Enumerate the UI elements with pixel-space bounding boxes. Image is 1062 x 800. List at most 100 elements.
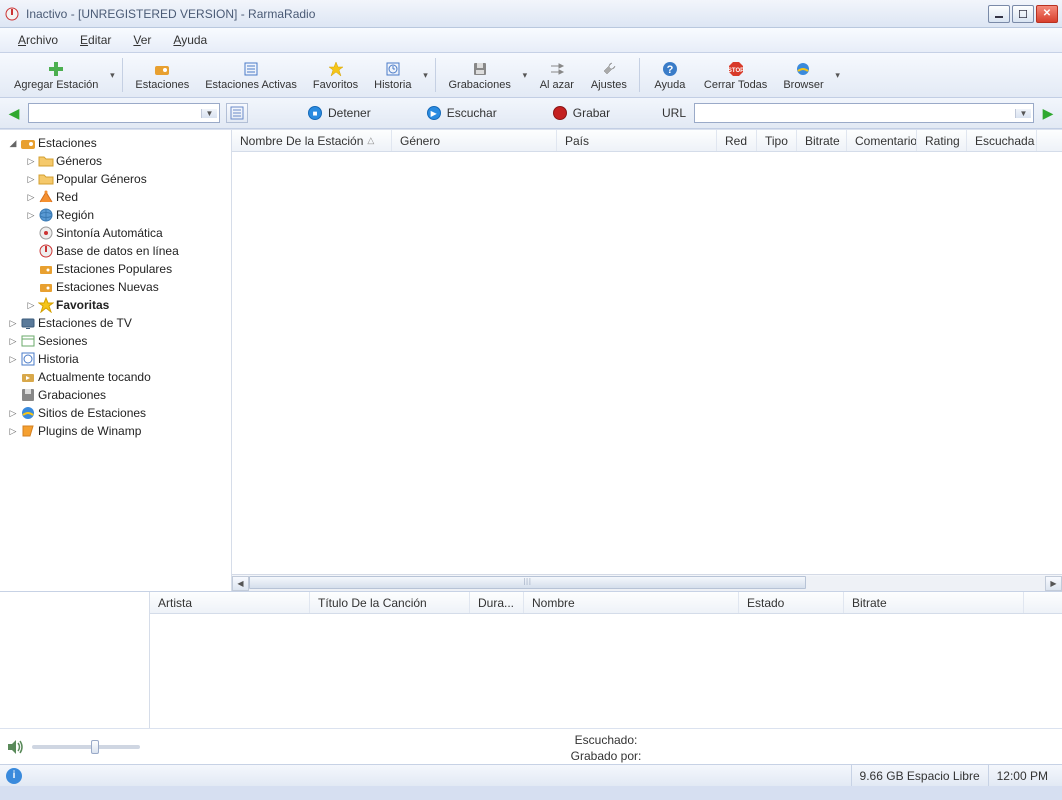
help-button[interactable]: ? Ayuda — [644, 54, 696, 96]
column-header[interactable]: Comentario — [847, 130, 917, 151]
bottom-left-pane — [0, 592, 150, 728]
stop-button[interactable]: ■Detener — [300, 102, 379, 124]
browser-button[interactable]: Browser — [775, 54, 831, 96]
volume-knob[interactable] — [91, 740, 99, 754]
speaker-icon[interactable] — [6, 738, 26, 756]
menu-ayuda[interactable]: Ayuda — [169, 31, 211, 49]
free-space-label: 9.66 GB Espacio Libre — [851, 765, 988, 786]
window-title: Inactivo - [UNREGISTERED VERSION] - Rarm… — [26, 7, 988, 21]
new-icon — [38, 279, 54, 295]
add-station-dropdown[interactable]: ▾ — [106, 70, 118, 81]
menu-ver[interactable]: Ver — [129, 31, 155, 49]
column-header[interactable]: Red — [717, 130, 757, 151]
url-label: URL — [662, 106, 686, 120]
menu-editar[interactable]: Editar — [76, 31, 115, 49]
column-header[interactable]: Título De la Canción — [310, 592, 470, 613]
column-header[interactable]: Rating — [917, 130, 967, 151]
column-header[interactable]: Escuchada — [967, 130, 1037, 151]
tree-node[interactable]: ▷Sitios de Estaciones — [0, 404, 231, 422]
tree-node[interactable]: ▷Estaciones de TV — [0, 314, 231, 332]
column-header[interactable]: Nombre — [524, 592, 739, 613]
info-icon: i — [6, 768, 22, 784]
url-combo-dropdown[interactable]: ▼ — [1015, 109, 1031, 118]
tree-pane: ◢Estaciones▷Géneros▷Popular Géneros▷Red▷… — [0, 130, 232, 591]
disk-icon — [471, 60, 489, 78]
column-header[interactable]: Bitrate — [844, 592, 1024, 613]
tree-node[interactable]: ▷Géneros — [0, 152, 231, 170]
station-combo-dropdown[interactable]: ▼ — [201, 109, 217, 118]
station-combo-input[interactable] — [29, 104, 201, 122]
record-button[interactable]: Grabar — [545, 102, 618, 124]
tree-node[interactable]: ▷Red — [0, 188, 231, 206]
history-dropdown[interactable]: ▾ — [419, 70, 431, 81]
active-stations-button[interactable]: Estaciones Activas — [197, 54, 305, 96]
listen-button[interactable]: ▶Escuchar — [419, 102, 505, 124]
random-button[interactable]: Al azar — [531, 54, 583, 96]
track-column-header: ArtistaTítulo De la CanciónDura...Nombre… — [150, 592, 1062, 614]
tree-node[interactable]: Estaciones Populares — [0, 260, 231, 278]
scroll-track[interactable] — [249, 576, 1045, 591]
favorites-button[interactable]: Favoritos — [305, 54, 366, 96]
station-combo[interactable]: ▼ — [28, 103, 220, 123]
nav-next-button[interactable]: ▶ — [1040, 105, 1056, 121]
close-all-button[interactable]: STOP Cerrar Todas — [696, 54, 775, 96]
browser-dropdown[interactable]: ▾ — [832, 70, 844, 81]
url-combo[interactable]: ▼ — [694, 103, 1034, 123]
close-button[interactable]: ✕ — [1036, 5, 1058, 23]
maximize-button[interactable] — [1012, 5, 1034, 23]
minimize-button[interactable] — [988, 5, 1010, 23]
scroll-left-button[interactable]: ◀ — [232, 576, 249, 591]
grabado-label: Grabado por: — [150, 748, 1062, 764]
column-header[interactable]: Estado — [739, 592, 844, 613]
properties-button[interactable] — [226, 103, 248, 123]
tree-node[interactable]: Grabaciones — [0, 386, 231, 404]
menubar: Archivo Editar Ver Ayuda — [0, 28, 1062, 53]
main-toolbar: Agregar Estación ▾ Estaciones Estaciones… — [0, 53, 1062, 98]
add-station-button[interactable]: Agregar Estación — [6, 54, 106, 96]
stations-button[interactable]: Estaciones — [127, 54, 197, 96]
column-header[interactable]: Dura... — [470, 592, 524, 613]
scroll-thumb[interactable] — [249, 576, 806, 589]
column-header[interactable]: Artista — [150, 592, 310, 613]
recordings-button[interactable]: Grabaciones — [440, 54, 518, 96]
tree-node[interactable]: ▷Favoritas — [0, 296, 231, 314]
wrench-icon — [600, 60, 618, 78]
globe-icon — [38, 207, 54, 223]
column-header[interactable]: Bitrate — [797, 130, 847, 151]
history-button[interactable]: Historia — [366, 54, 419, 96]
tree-node[interactable]: Estaciones Nuevas — [0, 278, 231, 296]
tree-node[interactable]: Sintonía Automática — [0, 224, 231, 242]
clock-label: 12:00 PM — [988, 765, 1056, 786]
escuchado-label: Escuchado: — [150, 732, 1062, 748]
network-icon — [38, 189, 54, 205]
list-icon — [242, 60, 260, 78]
tree-node[interactable]: Base de datos en línea — [0, 242, 231, 260]
track-list-body — [150, 614, 1062, 728]
menu-archivo[interactable]: Archivo — [14, 31, 62, 49]
bottom-right-pane: ArtistaTítulo De la CanciónDura...Nombre… — [150, 592, 1062, 728]
url-input[interactable] — [695, 104, 1015, 122]
station-list-hscroll[interactable]: ◀ ▶ — [232, 574, 1062, 591]
volume-slider[interactable] — [32, 745, 140, 749]
column-header[interactable]: Nombre De la Estación△ — [232, 130, 392, 151]
tune-icon — [38, 225, 54, 241]
tree-node[interactable]: ▷Historia — [0, 350, 231, 368]
column-header[interactable]: Género — [392, 130, 557, 151]
scroll-right-button[interactable]: ▶ — [1045, 576, 1062, 591]
settings-button[interactable]: Ajustes — [583, 54, 635, 96]
station-list-pane: Nombre De la Estación△GéneroPaísRedTipoB… — [232, 130, 1062, 591]
column-header[interactable]: Tipo — [757, 130, 797, 151]
tree-node[interactable]: Actualmente tocando — [0, 368, 231, 386]
column-header[interactable]: País — [557, 130, 717, 151]
disk-icon — [20, 387, 36, 403]
tree-node-estaciones[interactable]: ◢Estaciones — [0, 134, 231, 152]
tree-node[interactable]: ▷Sesiones — [0, 332, 231, 350]
recordings-dropdown[interactable]: ▾ — [519, 70, 531, 81]
tree-node[interactable]: ▷Popular Géneros — [0, 170, 231, 188]
main-area: ◢Estaciones▷Géneros▷Popular Géneros▷Red▷… — [0, 129, 1062, 591]
tree-node[interactable]: ▷Región — [0, 206, 231, 224]
tv-icon — [20, 315, 36, 331]
shuffle-icon — [548, 60, 566, 78]
tree-node[interactable]: ▷Plugins de Winamp — [0, 422, 231, 440]
nav-prev-button[interactable]: ◀ — [6, 105, 22, 121]
